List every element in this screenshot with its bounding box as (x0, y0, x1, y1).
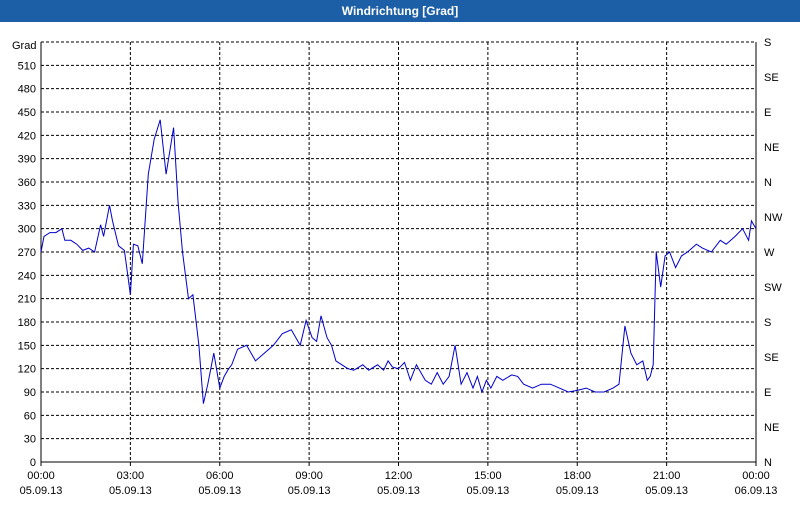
y-tick-label: 0 (30, 457, 36, 469)
y-tick-label: 120 (18, 364, 36, 376)
chart-area: 0 30 60 90 120 150 180 210 240 270 300 330 360 390 420… (0, 22, 800, 500)
x-tick-date-label: 05.09.13 (466, 485, 509, 497)
y-right-tick-label: W (764, 247, 775, 259)
y-right-tick-label: S (764, 37, 771, 49)
y-right-tick-label: NE (764, 422, 779, 434)
y-tick-label: 450 (18, 107, 36, 119)
grid-layer (41, 41, 756, 462)
x-tick-date-label: 05.09.13 (198, 485, 241, 497)
x-tick-time-label: 09:00 (295, 470, 323, 482)
x-tick-date-label: 05.09.13 (377, 485, 420, 497)
y-tick-label: 300 (18, 224, 36, 236)
x-tick-date-label: 05.09.13 (556, 485, 599, 497)
y-tick-label: 150 (18, 340, 36, 352)
y-tick-label: 510 (18, 60, 36, 72)
y-tick-label: 90 (24, 387, 36, 399)
y-right-tick-label: E (764, 387, 771, 399)
x-tick-time-label: 00:00 (27, 470, 55, 482)
x-tick-date-label: 05.09.13 (288, 485, 331, 497)
wind-direction-chart: 0 30 60 90 120 150 180 210 240 270 300 330 360 390 420… (12, 37, 783, 497)
y-tick-label: 390 (18, 154, 36, 166)
y-right-tick-label: SE (764, 72, 779, 84)
y-right-tick-label: SW (764, 282, 782, 294)
chart-title: Windrichtung [Grad] (341, 4, 459, 18)
x-tick-time-label: 15:00 (474, 470, 502, 482)
y-axis-label: Grad (12, 40, 36, 52)
y-right-tick-label: SE (764, 352, 779, 364)
y-tick-label: 420 (18, 130, 36, 142)
chart-title-bar: Windrichtung [Grad] (0, 0, 800, 22)
y-right-tick-label: N (764, 177, 772, 189)
y-right-tick-label: NE (764, 142, 779, 154)
x-tick-time-label: 06:00 (206, 470, 234, 482)
y-tick-label: 270 (18, 247, 36, 259)
x-tick-date-label: 05.09.13 (645, 485, 688, 497)
y-tick-label: 360 (18, 177, 36, 189)
y-tick-label: 180 (18, 317, 36, 329)
x-tick-time-label: 12:00 (385, 470, 413, 482)
y-tick-label: 330 (18, 200, 36, 212)
y-tick-label: 240 (18, 270, 36, 282)
y-tick-label: 30 (24, 434, 36, 446)
y-right-tick-label: NW (764, 212, 783, 224)
y-tick-label: 480 (18, 84, 36, 96)
y-tick-label: 210 (18, 294, 36, 306)
x-tick-time-label: 00:00 (742, 470, 770, 482)
x-tick-date-label: 06.09.13 (735, 485, 778, 497)
y-right-tick-label: E (764, 107, 771, 119)
y-tick-label: 60 (24, 410, 36, 422)
y-right-tick-label: S (764, 317, 771, 329)
x-tick-time-label: 21:00 (653, 470, 681, 482)
y-right-tick-label: N (764, 457, 772, 469)
x-tick-time-label: 03:00 (117, 470, 145, 482)
x-tick-date-label: 05.09.13 (20, 485, 63, 497)
x-tick-date-label: 05.09.13 (109, 485, 152, 497)
x-tick-time-label: 18:00 (563, 470, 591, 482)
